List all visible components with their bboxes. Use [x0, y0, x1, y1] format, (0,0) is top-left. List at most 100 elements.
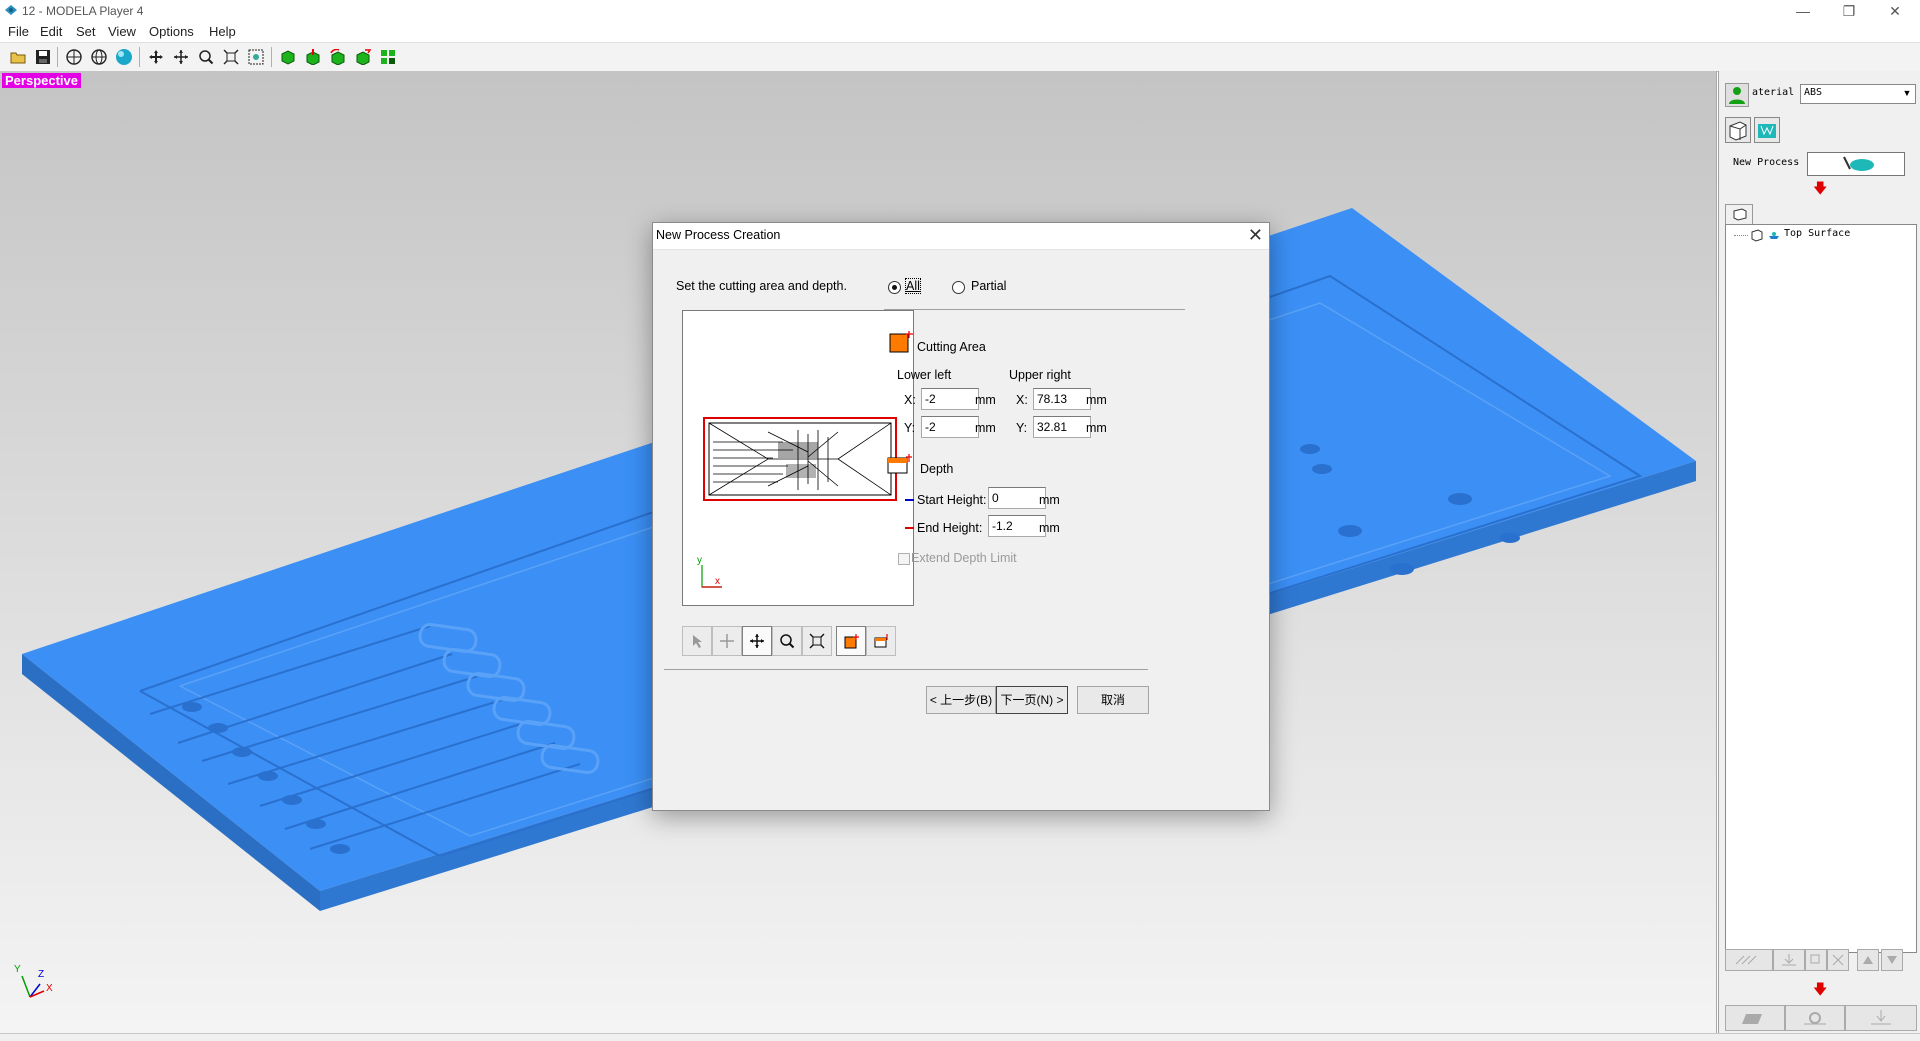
simulate-button[interactable] — [1785, 1005, 1845, 1031]
menu-help[interactable]: Help — [209, 24, 236, 39]
minimize-button[interactable]: — — [1780, 0, 1826, 22]
material-select[interactable]: ABS ▼ — [1800, 84, 1916, 104]
lower-left-y-label: Y: — [904, 421, 916, 435]
divider — [884, 309, 1185, 310]
upper-right-y-label: Y: — [1016, 421, 1028, 435]
unit-mm: mm — [975, 393, 996, 407]
unit-mm: mm — [1086, 393, 1107, 407]
open-file-icon[interactable] — [8, 47, 28, 67]
menu-file[interactable]: File — [8, 24, 29, 39]
depth-title: Depth — [920, 462, 954, 476]
end-height-field[interactable]: -1.2 — [988, 515, 1046, 537]
chevron-down-icon[interactable]: ▼ — [1900, 86, 1914, 100]
toolpath-button[interactable] — [1725, 949, 1773, 971]
fit-tool[interactable] — [802, 626, 832, 656]
menu-view[interactable]: View — [108, 24, 136, 39]
user-icon[interactable] — [1725, 83, 1749, 107]
tab-process[interactable] — [1725, 204, 1753, 225]
surface-small-icon — [1769, 232, 1779, 239]
footer-divider — [664, 669, 1148, 670]
material-label: aterial — [1752, 87, 1795, 98]
move-up-button[interactable] — [1857, 949, 1879, 971]
lower-left-x-label: X: — [904, 393, 916, 407]
view-front-icon[interactable] — [89, 47, 109, 67]
material-value: ABS — [1804, 87, 1823, 98]
dialog-close-button[interactable]: ✕ — [1248, 225, 1263, 245]
upper-right-y-field[interactable]: 32.81 — [1033, 416, 1091, 438]
radio-all[interactable] — [888, 281, 901, 294]
toolbar — [0, 42, 1920, 72]
pan-icon[interactable] — [171, 47, 191, 67]
surface-icon[interactable] — [1754, 117, 1780, 143]
save-icon[interactable] — [33, 47, 53, 67]
area-preview[interactable]: y x — [682, 310, 914, 606]
tree-item-top-surface[interactable]: Top Surface — [1784, 228, 1850, 239]
model-layout-icon[interactable] — [378, 47, 398, 67]
fit-icon[interactable] — [221, 47, 241, 67]
model-green-icon[interactable] — [278, 47, 298, 67]
toolbar-separator — [271, 47, 272, 67]
upper-right-label: Upper right — [1009, 368, 1071, 382]
axis-x-label: X — [46, 983, 53, 994]
move-icon[interactable] — [146, 47, 166, 67]
next-button[interactable]: 下一页(N) > — [996, 686, 1068, 714]
lower-left-y-field[interactable]: -2 — [921, 416, 979, 438]
maximize-button[interactable]: ❐ — [1826, 0, 1872, 22]
process-icon — [1751, 229, 1763, 242]
start-height-field[interactable]: 0 — [988, 487, 1046, 509]
close-button[interactable]: ✕ — [1872, 0, 1918, 22]
model-down-icon[interactable] — [303, 47, 323, 67]
area-tool[interactable] — [836, 626, 866, 656]
toolbar-separator — [57, 47, 58, 67]
delete-button[interactable] — [1827, 949, 1849, 971]
cancel-button[interactable]: 取消 — [1077, 686, 1149, 714]
model-arrow-icon[interactable] — [353, 47, 373, 67]
unit-mm: mm — [975, 421, 996, 435]
cutting-area-icon — [889, 331, 913, 353]
move-tool[interactable] — [712, 626, 742, 656]
zoom-tool[interactable] — [772, 626, 802, 656]
depth-tool[interactable] — [866, 626, 896, 656]
lower-left-x-field[interactable]: -2 — [921, 388, 979, 410]
model-rotate-icon[interactable] — [328, 47, 348, 67]
cutting-area-rect[interactable] — [703, 417, 897, 501]
back-button[interactable]: < 上一步(B) — [926, 686, 996, 714]
radio-partial-label[interactable]: Partial — [971, 279, 1006, 293]
arrow-down-icon: 🡇 — [1813, 180, 1828, 196]
cutting-area-title: Cutting Area — [917, 340, 986, 354]
menu-set[interactable]: Set — [76, 24, 96, 39]
preview-button[interactable] — [1725, 1005, 1785, 1031]
render-sphere-icon[interactable] — [114, 47, 134, 67]
zoom-icon[interactable] — [196, 47, 216, 67]
import-button[interactable] — [1773, 949, 1805, 971]
radio-all-label[interactable]: All — [905, 278, 921, 294]
menu-options[interactable]: Options — [149, 24, 194, 39]
process-tree[interactable]: Top Surface — [1725, 224, 1917, 953]
view-top-icon[interactable] — [64, 47, 84, 67]
new-process-button[interactable] — [1807, 152, 1905, 176]
window-title: 12 - MODELA Player 4 — [22, 4, 144, 18]
radio-partial[interactable] — [952, 281, 965, 294]
process-panel: aterial ABS ▼ New Process 🡇 Top Surface … — [1718, 71, 1920, 1033]
preview-axis-x: x — [715, 576, 720, 587]
instruction-text: Set the cutting area and depth. — [676, 279, 847, 293]
menu-edit[interactable]: Edit — [40, 24, 62, 39]
select-tool[interactable] — [682, 626, 712, 656]
upper-right-x-field[interactable]: 78.13 — [1033, 388, 1091, 410]
copy-button[interactable] — [1805, 949, 1827, 971]
extend-depth-checkbox[interactable] — [898, 553, 910, 565]
move-down-button[interactable] — [1881, 949, 1903, 971]
menu-bar: File Edit Set View Options Help — [0, 22, 1920, 42]
new-process-dialog: New Process Creation ✕ Set the cutting a… — [652, 222, 1270, 811]
tree-connector — [1734, 235, 1748, 237]
zoom-window-icon[interactable] — [246, 47, 266, 67]
end-height-label: End Height: — [917, 521, 983, 535]
lower-left-label: Lower left — [897, 368, 952, 382]
box-icon[interactable] — [1725, 117, 1751, 143]
pan-tool[interactable] — [742, 626, 772, 656]
unit-mm: mm — [1039, 493, 1060, 507]
cut-button[interactable] — [1845, 1005, 1917, 1031]
axis-z-label: Z — [38, 969, 45, 980]
model-outline — [708, 422, 892, 496]
axis-y-label: Y — [14, 964, 21, 975]
